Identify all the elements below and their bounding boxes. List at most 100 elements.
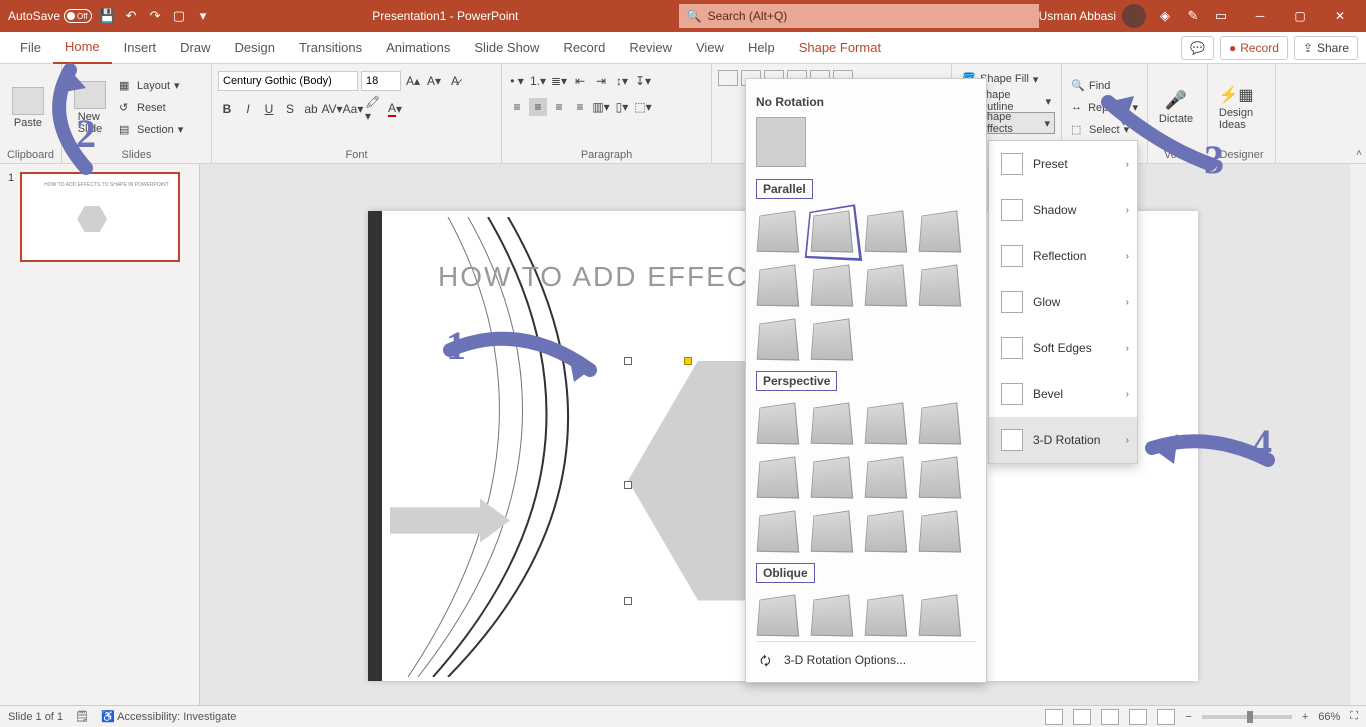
bullets-button[interactable]: • ▾ (508, 72, 526, 90)
rotation-preset[interactable] (757, 594, 800, 636)
rotation-preset[interactable] (811, 594, 854, 636)
rotation-preset[interactable] (757, 210, 800, 252)
rotation-preset[interactable] (919, 456, 962, 498)
strike-button[interactable]: S (281, 100, 299, 118)
tab-slideshow[interactable]: Slide Show (462, 32, 551, 64)
close-button[interactable]: ✕ (1320, 0, 1360, 32)
adjust-handle[interactable] (684, 357, 692, 365)
line-spacing-button[interactable]: ↕▾ (613, 72, 631, 90)
rotation-preset[interactable] (865, 456, 908, 498)
redo-icon[interactable]: ↷ (146, 7, 164, 25)
diamond-icon[interactable]: ◈ (1156, 7, 1174, 25)
autosave-toggle[interactable]: AutoSave Off (8, 9, 92, 23)
no-rotation-swatch[interactable] (756, 117, 806, 167)
zoom-in-button[interactable]: + (1302, 711, 1308, 723)
normal-view-button[interactable] (1045, 709, 1063, 725)
char-spacing-button[interactable]: AV▾ (323, 100, 341, 118)
font-name-select[interactable] (218, 71, 358, 91)
slide-thumbnail[interactable]: HOW TO ADD EFFECTS TO SHAPE IN POWERPOIN… (20, 172, 180, 262)
sorter-view-button[interactable] (1073, 709, 1091, 725)
shadow-text-button[interactable]: ab (302, 100, 320, 118)
rotation-preset[interactable] (757, 402, 800, 444)
layout-button[interactable]: ▦Layout▾ (116, 76, 186, 96)
search-box[interactable]: 🔍 Search (Alt+Q) (679, 4, 1039, 28)
collapse-ribbon-icon[interactable]: ˄ (1356, 148, 1362, 159)
qatoverflow-icon[interactable]: ▾ (194, 7, 212, 25)
list-levels-button[interactable]: ≣▾ (550, 72, 568, 90)
rotation-preset[interactable] (811, 402, 854, 444)
rotation-preset[interactable] (811, 318, 854, 360)
menu-reflection[interactable]: Reflection› (989, 233, 1137, 279)
rotation-preset[interactable] (757, 318, 800, 360)
smartart-button[interactable]: ⬚▾ (634, 98, 652, 116)
menu-bevel[interactable]: Bevel› (989, 371, 1137, 417)
record-button[interactable]: ● Record (1220, 36, 1288, 60)
tab-insert[interactable]: Insert (112, 32, 169, 64)
maximize-button[interactable]: ▢ (1280, 0, 1320, 32)
rotation-preset[interactable] (811, 264, 854, 306)
notes-view-button[interactable] (1157, 709, 1175, 725)
zoom-out-button[interactable]: − (1185, 711, 1191, 723)
italic-button[interactable]: I (239, 100, 257, 118)
align-right-button[interactable]: ≡ (550, 98, 568, 116)
reset-button[interactable]: ↺Reset (116, 98, 186, 118)
vertical-scrollbar[interactable] (1350, 164, 1366, 727)
underline-button[interactable]: U (260, 100, 278, 118)
tab-design[interactable]: Design (223, 32, 287, 64)
resize-handle[interactable] (624, 597, 632, 605)
tab-help[interactable]: Help (736, 32, 787, 64)
slideshow-icon[interactable]: ▢ (170, 7, 188, 25)
pencil-icon[interactable]: ✎ (1184, 7, 1202, 25)
comments-button[interactable]: 💬 (1181, 36, 1214, 60)
section-button[interactable]: ▤Section▾ (116, 120, 186, 140)
ribbon-mode-icon[interactable]: ▭ (1212, 7, 1230, 25)
align-text-button[interactable]: ▯▾ (613, 98, 631, 116)
zoom-slider[interactable] (1202, 715, 1292, 719)
menu-3d-rotation[interactable]: 3-D Rotation› (989, 417, 1137, 463)
rotation-preset[interactable] (919, 210, 962, 252)
tab-shape-format[interactable]: Shape Format (787, 32, 893, 64)
text-direction-button[interactable]: ↧▾ (634, 72, 652, 90)
shape-swatch[interactable] (718, 70, 738, 86)
font-size-select[interactable] (361, 71, 401, 91)
resize-handle[interactable] (624, 481, 632, 489)
justify-button[interactable]: ≡ (571, 98, 589, 116)
menu-soft-edges[interactable]: Soft Edges› (989, 325, 1137, 371)
rotation-preset[interactable] (919, 264, 962, 306)
align-center-button[interactable]: ≡ (529, 98, 547, 116)
share-button[interactable]: ⇪ Share (1294, 36, 1358, 60)
slideshow-view-button[interactable] (1129, 709, 1147, 725)
rotation-preset[interactable] (865, 594, 908, 636)
menu-glow[interactable]: Glow› (989, 279, 1137, 325)
rotation-preset[interactable] (811, 456, 854, 498)
accessibility-status[interactable]: ♿ Accessibility: Investigate (101, 710, 236, 723)
rotation-preset[interactable] (811, 210, 854, 252)
fit-window-button[interactable]: ⛶ (1350, 710, 1358, 723)
minimize-button[interactable]: ─ (1240, 0, 1280, 32)
rotation-options-button[interactable]: 🗘 3-D Rotation Options... (756, 641, 976, 672)
rotation-preset[interactable] (865, 264, 908, 306)
resize-handle[interactable] (624, 357, 632, 365)
inc-indent-button[interactable]: ⇥ (592, 72, 610, 90)
tab-review[interactable]: Review (617, 32, 684, 64)
change-case-button[interactable]: Aa▾ (344, 100, 362, 118)
dec-indent-button[interactable]: ⇤ (571, 72, 589, 90)
rotation-preset[interactable] (865, 210, 908, 252)
save-icon[interactable]: 💾 (98, 7, 116, 25)
zoom-level[interactable]: 66% (1318, 711, 1340, 723)
rotation-preset[interactable] (865, 402, 908, 444)
tab-view[interactable]: View (684, 32, 736, 64)
numbering-button[interactable]: 1.▾ (529, 72, 547, 90)
rotation-preset[interactable] (757, 264, 800, 306)
tab-draw[interactable]: Draw (168, 32, 222, 64)
font-color-button[interactable]: A▾ (386, 100, 404, 118)
clear-format-icon[interactable]: A̷ (446, 72, 464, 90)
highlight-button[interactable]: 🖍▾ (365, 100, 383, 118)
columns-button[interactable]: ▥▾ (592, 98, 610, 116)
tab-animations[interactable]: Animations (374, 32, 462, 64)
user-account[interactable]: Usman Abbasi (1039, 4, 1146, 28)
rotation-preset[interactable] (811, 510, 854, 552)
rotation-preset[interactable] (865, 510, 908, 552)
rotation-preset[interactable] (919, 402, 962, 444)
undo-icon[interactable]: ↶ (122, 7, 140, 25)
